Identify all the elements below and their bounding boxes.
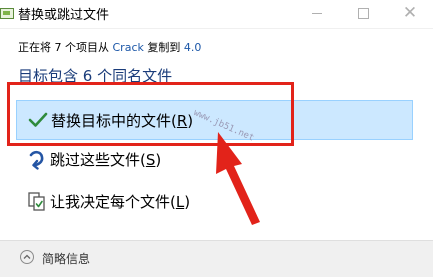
copy-info: 正在将 7 个项目从 Crack 复制到 4.0 [18,39,201,55]
decide-each-file-label: 让我决定每个文件(L) [50,193,191,211]
close-button[interactable]: ✕ [387,0,433,28]
skip-files-label: 跳过这些文件(S) [50,151,162,169]
source-folder-link[interactable]: Crack [113,41,144,54]
decide-documents-icon [28,192,45,211]
close-icon: ✕ [402,3,418,23]
minimize-button[interactable] [294,0,340,28]
decide-each-file-option[interactable]: 让我决定每个文件(L) [16,182,413,222]
skip-arrow-icon [29,150,44,170]
check-icon [28,112,48,127]
maximize-button[interactable] [340,0,386,28]
title-bar: 替换或跳过文件 ✕ [0,0,433,29]
skip-files-option[interactable]: 跳过这些文件(S) [16,140,413,180]
replace-files-label: 替换目标中的文件(R) [51,112,194,130]
copy-info-prefix: 正在将 7 个项目从 [18,41,109,54]
window-title: 替换或跳过文件 [18,8,110,23]
footer-bar: 简略信息 [0,240,433,277]
maximize-icon [357,7,369,19]
fewer-details-link[interactable]: 简略信息 [42,250,90,267]
folder-copy-icon [0,8,14,19]
chevron-up-icon[interactable] [20,250,34,264]
destination-folder-link[interactable]: 4.0 [184,41,202,54]
copy-info-middle: 复制到 [147,41,181,54]
minimize-icon [312,12,322,14]
conflict-heading: 目标包含 6 个同名文件 [18,67,173,85]
